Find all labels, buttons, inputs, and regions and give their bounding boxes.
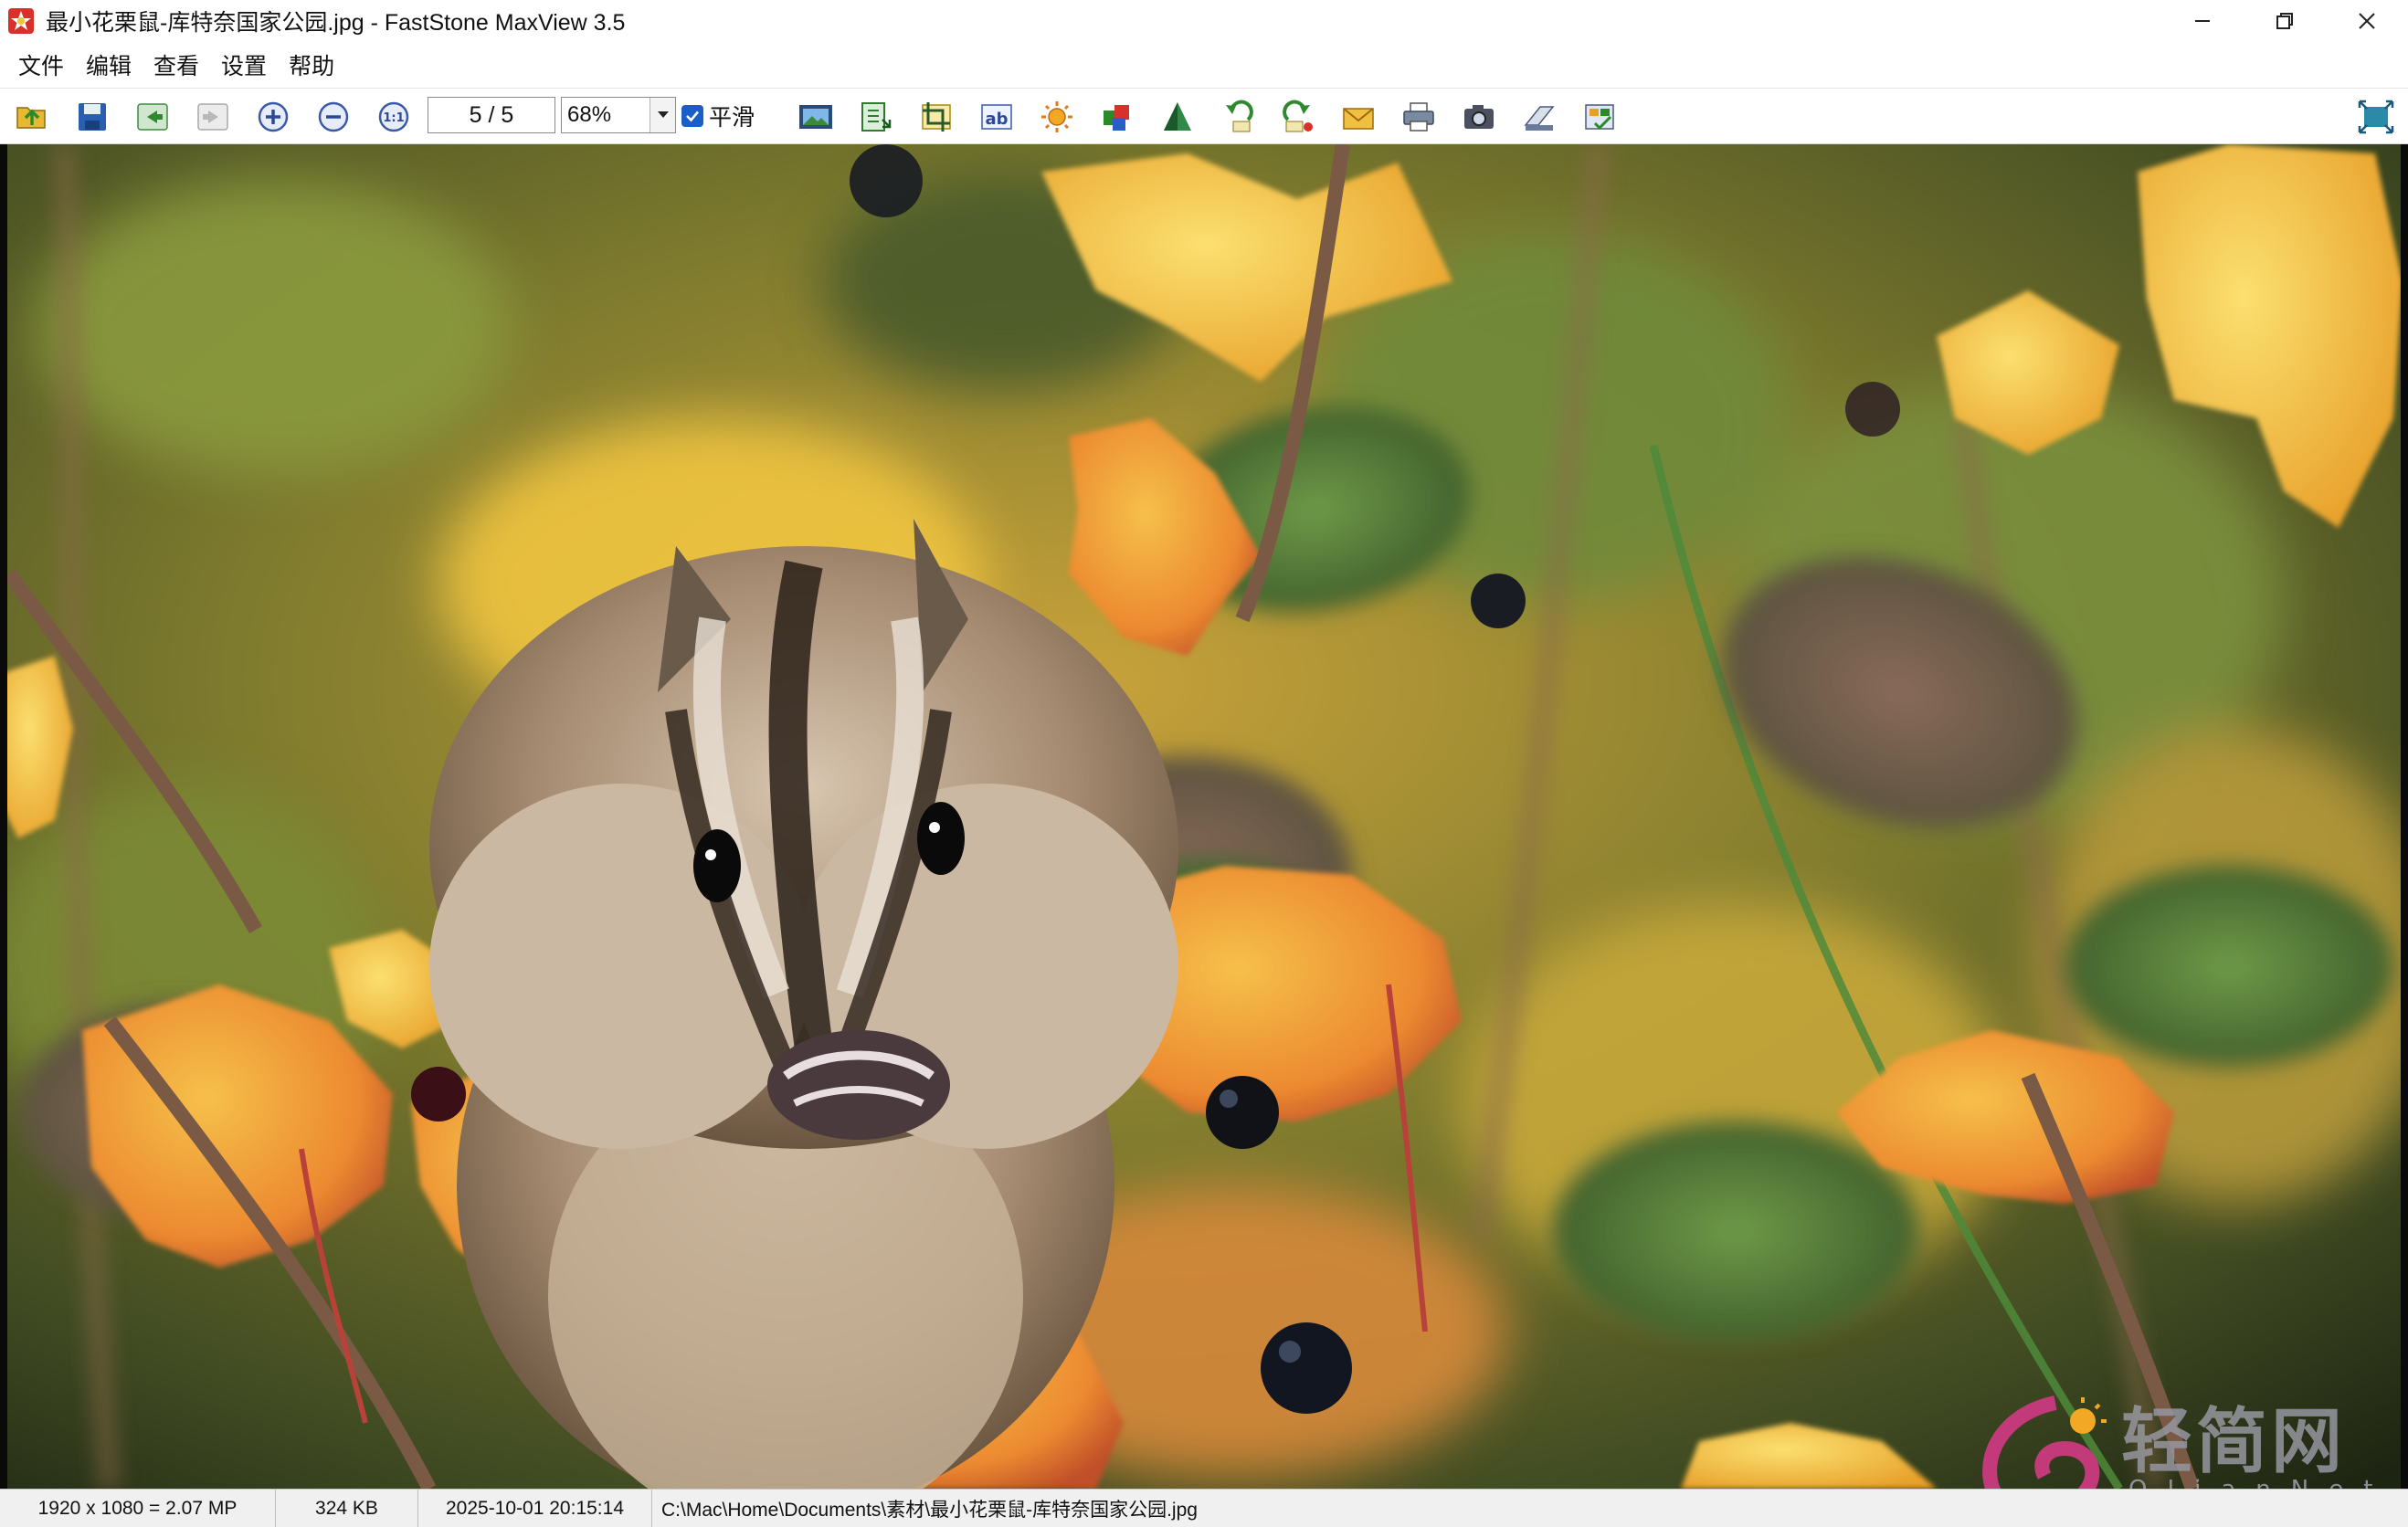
menu-edit[interactable]: 编辑 [75, 43, 143, 87]
chipmunk-photo [0, 144, 2408, 1489]
toolbar: 1:1 ab [0, 88, 2408, 144]
brightness-icon[interactable] [1038, 98, 1076, 136]
window-title: 最小花栗鼠-库特奈国家公园.jpg - FastStone MaxView 3.… [46, 10, 626, 36]
title-bar: 最小花栗鼠-库特奈国家公园.jpg - FastStone MaxView 3.… [0, 0, 2408, 42]
checkbox-checked-icon[interactable] [681, 105, 703, 127]
menu-help[interactable]: 帮助 [278, 43, 345, 87]
camera-icon[interactable] [1460, 98, 1498, 136]
image-canvas[interactable] [0, 144, 2408, 1489]
print-icon[interactable] [1399, 98, 1438, 136]
chevron-down-icon[interactable] [650, 98, 675, 132]
watermark-text: 轻简网 [2121, 1400, 2347, 1483]
chipmunk [429, 519, 1178, 1489]
resize-icon[interactable] [857, 98, 895, 136]
batch-icon[interactable] [1580, 98, 1619, 136]
zoom-out-icon[interactable] [314, 98, 353, 136]
window-controls [2161, 0, 2408, 42]
scanner-icon[interactable] [1520, 98, 1558, 136]
menu-bar: 文件 编辑 查看 设置 帮助 [0, 42, 2408, 88]
status-file-path: C:\Mac\Home\Documents\素材\最小花栗鼠-库特奈国家公园.j… [661, 1499, 1198, 1521]
previous-icon[interactable] [133, 98, 172, 136]
smooth-label: 平滑 [709, 105, 755, 131]
crop-icon[interactable] [917, 98, 956, 136]
save-icon[interactable] [73, 98, 111, 136]
menu-file[interactable]: 文件 [7, 43, 75, 87]
menu-view[interactable]: 查看 [143, 43, 210, 87]
email-icon[interactable] [1339, 98, 1378, 136]
svg-text:1:1: 1:1 [383, 111, 404, 125]
restore-icon[interactable] [2244, 0, 2326, 42]
slideshow-icon[interactable] [797, 98, 835, 136]
status-datetime: 2025-10-01 20:15:14 [418, 1489, 652, 1527]
status-dimensions: 1920 x 1080 = 2.07 MP [0, 1489, 276, 1527]
page-indicator[interactable]: 5 / 5 [428, 97, 555, 133]
sharpen-icon[interactable] [1158, 98, 1197, 136]
open-folder-icon[interactable] [13, 98, 51, 136]
smooth-toggle[interactable]: 平滑 [681, 100, 755, 132]
svg-text:ab: ab [985, 110, 1008, 129]
menu-settings[interactable]: 设置 [210, 43, 278, 87]
minimize-icon[interactable] [2161, 0, 2244, 42]
fullscreen-icon[interactable] [2357, 98, 2395, 136]
text-icon[interactable]: ab [977, 98, 1016, 136]
faststone-maxview-icon [7, 7, 35, 35]
rotate-right-icon[interactable] [1279, 98, 1317, 136]
zoom-select[interactable]: 68% [561, 97, 676, 133]
status-bar: 1920 x 1080 = 2.07 MP 324 KB 2025-10-01 … [0, 1489, 2408, 1527]
status-file-size: 324 KB [276, 1489, 418, 1527]
rotate-left-icon[interactable] [1219, 98, 1257, 136]
actual-size-icon[interactable]: 1:1 [375, 98, 413, 136]
next-icon[interactable] [194, 98, 232, 136]
zoom-value: 68% [567, 102, 612, 127]
close-icon[interactable] [2326, 0, 2408, 42]
color-icon[interactable] [1098, 98, 1136, 136]
zoom-in-icon[interactable] [254, 98, 292, 136]
